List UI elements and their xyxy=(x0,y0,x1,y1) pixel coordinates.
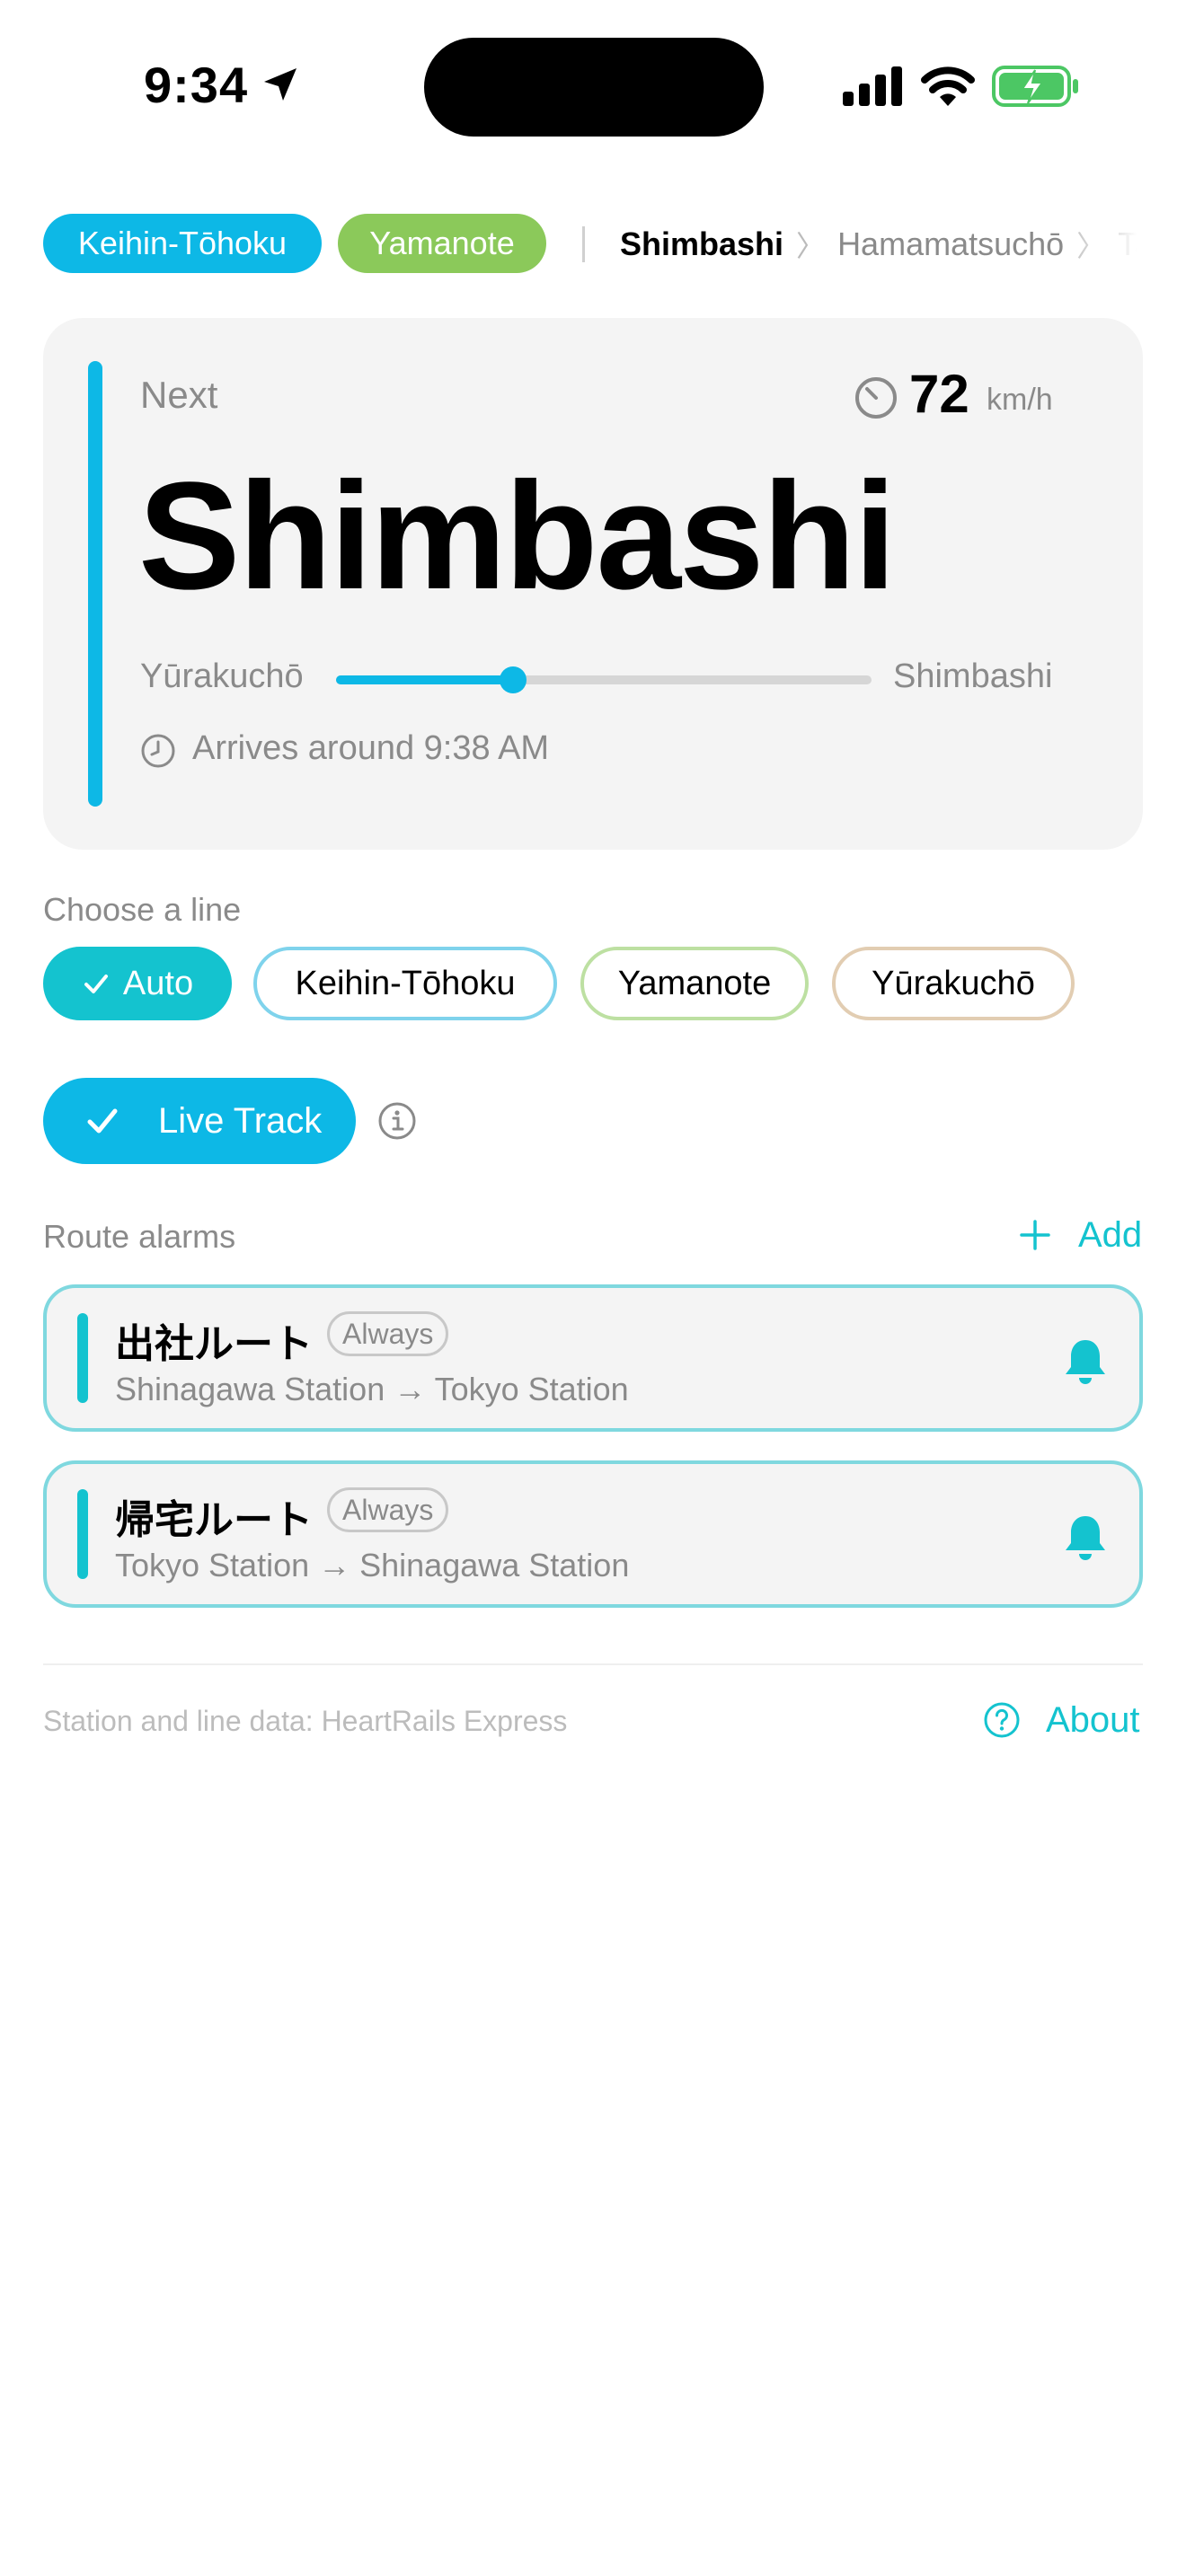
dynamic-island xyxy=(424,38,764,137)
line-option-keihin-tohoku[interactable]: Keihin-Tōhoku xyxy=(253,947,557,1020)
speedometer-icon xyxy=(855,377,897,419)
line-chip-keihin-tohoku[interactable]: Keihin-Tōhoku xyxy=(43,214,322,273)
alarm-route: Tokyo Station → Shinagawa Station xyxy=(115,1547,630,1584)
alarm-badge: Always xyxy=(327,1487,449,1532)
about-label: About xyxy=(1046,1699,1140,1740)
checkmark-icon xyxy=(84,975,108,993)
alarm-accent-bar xyxy=(77,1313,88,1403)
checkmark-icon xyxy=(87,1108,118,1134)
alarm-badge: Always xyxy=(327,1311,449,1356)
line-option-yamanote[interactable]: Yamanote xyxy=(580,947,809,1020)
bell-icon[interactable] xyxy=(1062,1337,1109,1387)
alarm-accent-bar xyxy=(77,1489,88,1579)
status-time: 9:34 xyxy=(144,57,249,113)
status-bar: 9:34 xyxy=(0,0,1186,180)
line-option-yurakucho[interactable]: Yūrakuchō xyxy=(832,947,1075,1020)
route-alarms-label: Route alarms xyxy=(43,1218,236,1255)
progress-fill xyxy=(336,675,513,684)
plus-icon xyxy=(1020,1220,1050,1250)
segment-progress-bar xyxy=(336,666,872,693)
choose-line-label: Choose a line xyxy=(43,891,242,928)
chevron-right-icon: 〉 xyxy=(796,230,826,262)
about-button[interactable]: About xyxy=(983,1698,1140,1742)
data-credit: Station and line data: HeartRails Expres… xyxy=(43,1705,568,1737)
progress-knob xyxy=(499,666,527,693)
live-track-label: Live Track xyxy=(158,1100,323,1141)
location-arrow-icon xyxy=(264,68,296,101)
line-option-auto[interactable]: Auto xyxy=(43,947,232,1020)
alarm-name: 帰宅ルート xyxy=(115,1498,313,1542)
footer-divider xyxy=(43,1663,1143,1665)
breadcrumb-fade xyxy=(1060,216,1150,273)
next-label: Next xyxy=(140,374,218,416)
speed-value: 72 xyxy=(909,364,969,424)
next-station-label: Shimbashi xyxy=(893,657,1053,695)
arrival-estimate: Arrives around 9:38 AM xyxy=(192,729,550,767)
battery-charging-icon xyxy=(992,66,1078,107)
next-station-card: Next 72 km/h Shimbashi Yūrakuchō Shimbas… xyxy=(43,318,1143,850)
line-chip-yamanote[interactable]: Yamanote xyxy=(338,214,546,273)
alarm-route: Shinagawa Station → Tokyo Station xyxy=(115,1371,629,1407)
clock-icon xyxy=(141,734,175,768)
next-station-name: Shimbashi xyxy=(138,451,897,622)
breadcrumb-next-station: Hamamatsuchō xyxy=(837,225,1065,262)
add-alarm-button[interactable]: Add xyxy=(1019,1213,1142,1257)
line-option-label: Auto xyxy=(122,964,194,1002)
breadcrumb-current-station: Shimbashi xyxy=(620,225,784,262)
add-label: Add xyxy=(1078,1214,1143,1255)
live-track-toggle[interactable]: Live Track xyxy=(43,1078,356,1164)
cellular-signal-icon xyxy=(843,66,902,106)
speed-unit: km/h xyxy=(987,383,1053,417)
info-icon[interactable] xyxy=(377,1101,417,1141)
bell-icon[interactable] xyxy=(1062,1513,1109,1563)
line-color-bar xyxy=(88,361,102,807)
alarm-name: 出社ルート xyxy=(115,1322,313,1366)
wifi-icon xyxy=(921,66,975,106)
help-circle-icon xyxy=(984,1702,1020,1738)
route-alarm-card[interactable]: 出社ルート Always Shinagawa Station → Tokyo S… xyxy=(43,1284,1143,1432)
previous-station-label: Yūrakuchō xyxy=(140,657,304,695)
divider xyxy=(582,226,585,262)
route-alarm-card[interactable]: 帰宅ルート Always Tokyo Station → Shinagawa S… xyxy=(43,1460,1143,1608)
